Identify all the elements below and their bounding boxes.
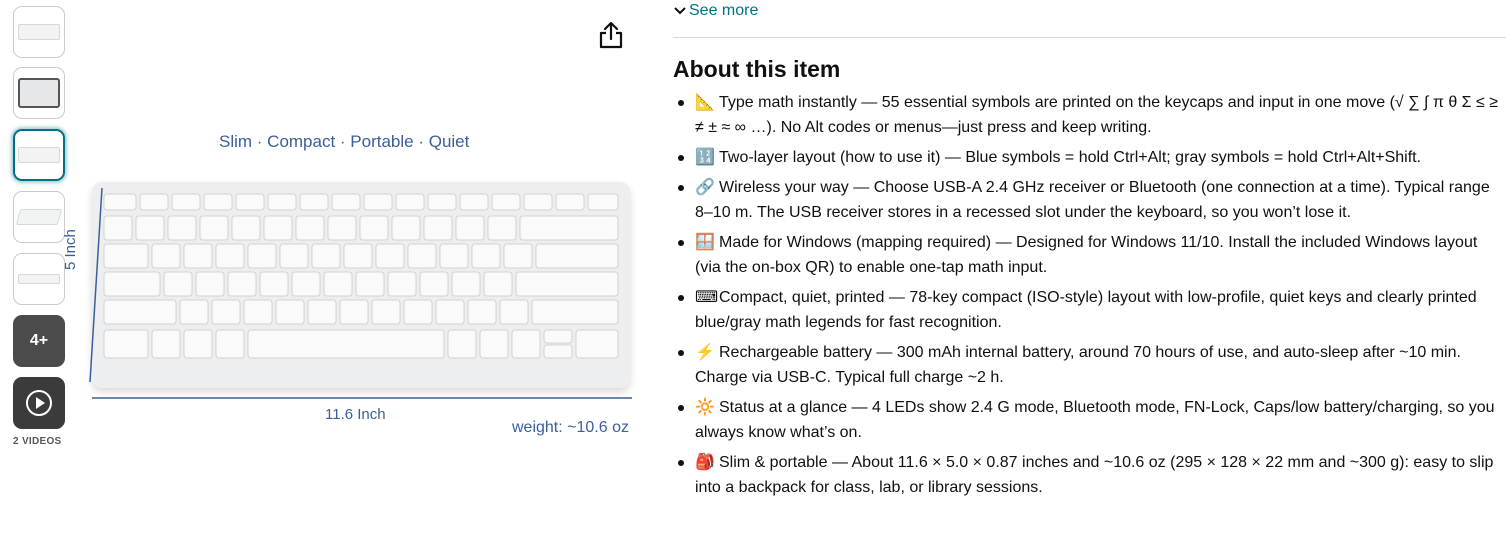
chevron-down-icon bbox=[674, 7, 686, 15]
feature-bullet: 📐 Type math instantly — 55 essential symb… bbox=[673, 90, 1506, 140]
thumbnail-image bbox=[15, 209, 63, 225]
section-divider bbox=[673, 37, 1506, 38]
feature-bullet-text: Wireless your way — Choose USB-A 2.4 GHz… bbox=[695, 179, 1490, 221]
thumbnail-image bbox=[18, 24, 60, 40]
feature-bullet: 🔢 Two-layer layout (how to use it) — Blue… bbox=[673, 145, 1506, 170]
thumbnail-laptop[interactable] bbox=[13, 67, 65, 119]
lightning-icon: ⚡ bbox=[695, 344, 715, 361]
thumbnail-image bbox=[18, 274, 60, 284]
thumbnail-selected-keyboard[interactable] bbox=[13, 129, 65, 181]
feature-bullet: ⌨Compact, quiet, printed — 78-key compac… bbox=[673, 285, 1506, 335]
feature-bullet-text: Type math instantly — 55 essential symbo… bbox=[695, 94, 1498, 136]
triangle-ruler-icon: 📐 bbox=[695, 94, 715, 111]
feature-bullet-text: Two-layer layout (how to use it) — Blue … bbox=[719, 149, 1422, 166]
video-thumbnail[interactable] bbox=[13, 377, 65, 429]
sun-icon: 🔆 bbox=[695, 399, 715, 416]
feature-bullet-text: Slim & portable — About 11.6 × 5.0 × 0.8… bbox=[695, 454, 1494, 496]
feature-bullet-text: Compact, quiet, printed — 78-key compact… bbox=[695, 289, 1477, 331]
weight-label: weight: ~10.6 oz bbox=[512, 419, 629, 436]
keyboard-image bbox=[92, 182, 630, 388]
product-main-image[interactable]: Slim · Compact · Portable · Quiet 5 Inch… bbox=[62, 120, 650, 450]
thumbnail-keyboard-side[interactable] bbox=[13, 253, 65, 305]
width-dimension-label: 11.6 Inch bbox=[325, 406, 386, 423]
thumbnail-image bbox=[18, 78, 60, 108]
feature-bullet: 🪟 Made for Windows (mapping required) — D… bbox=[673, 230, 1506, 280]
share-icon[interactable] bbox=[598, 21, 624, 49]
keyboard-keys-graphic bbox=[103, 193, 619, 359]
video-count-label: 2 VIDEOS bbox=[13, 436, 62, 447]
height-dimension-label: 5 Inch bbox=[62, 229, 79, 270]
keyboard-icon: ⌨ bbox=[695, 289, 719, 306]
feature-bullet: ⚡ Rechargeable battery — 300 mAh internal… bbox=[673, 340, 1506, 390]
feature-bullet: 🔆 Status at a glance — 4 LEDs show 2.4 G … bbox=[673, 395, 1506, 445]
feature-bullet-text: Made for Windows (mapping required) — De… bbox=[695, 234, 1478, 276]
image-tagline: Slim · Compact · Portable · Quiet bbox=[219, 132, 470, 151]
feature-bullet-text: Rechargeable battery — 300 mAh internal … bbox=[695, 344, 1461, 386]
more-images-label: 4+ bbox=[29, 332, 49, 349]
feature-bullet: 🎒 Slim & portable — About 11.6 × 5.0 × 0.… bbox=[673, 450, 1506, 500]
feature-bullet: 🔗 Wireless your way — Choose USB-A 2.4 GH… bbox=[673, 175, 1506, 225]
link-icon: 🔗 bbox=[695, 179, 715, 196]
window-icon: 🪟 bbox=[695, 234, 715, 251]
play-icon bbox=[26, 390, 52, 416]
thumbnail-keyboard-angle[interactable] bbox=[13, 191, 65, 243]
thumbnail-image bbox=[18, 147, 60, 163]
more-images-button[interactable]: 4+ bbox=[13, 315, 65, 367]
thumbnail-keyboard-top[interactable] bbox=[13, 6, 65, 58]
about-this-item-heading: About this item bbox=[673, 56, 841, 82]
feature-bullet-text: Status at a glance — 4 LEDs show 2.4 G m… bbox=[695, 399, 1495, 441]
see-more-label: See more bbox=[689, 2, 759, 19]
see-more-link[interactable]: See more bbox=[673, 2, 758, 20]
feature-bullet-list: 📐 Type math instantly — 55 essential symb… bbox=[673, 90, 1506, 505]
keypad-icon: 🔢 bbox=[695, 149, 715, 166]
backpack-icon: 🎒 bbox=[695, 454, 715, 471]
